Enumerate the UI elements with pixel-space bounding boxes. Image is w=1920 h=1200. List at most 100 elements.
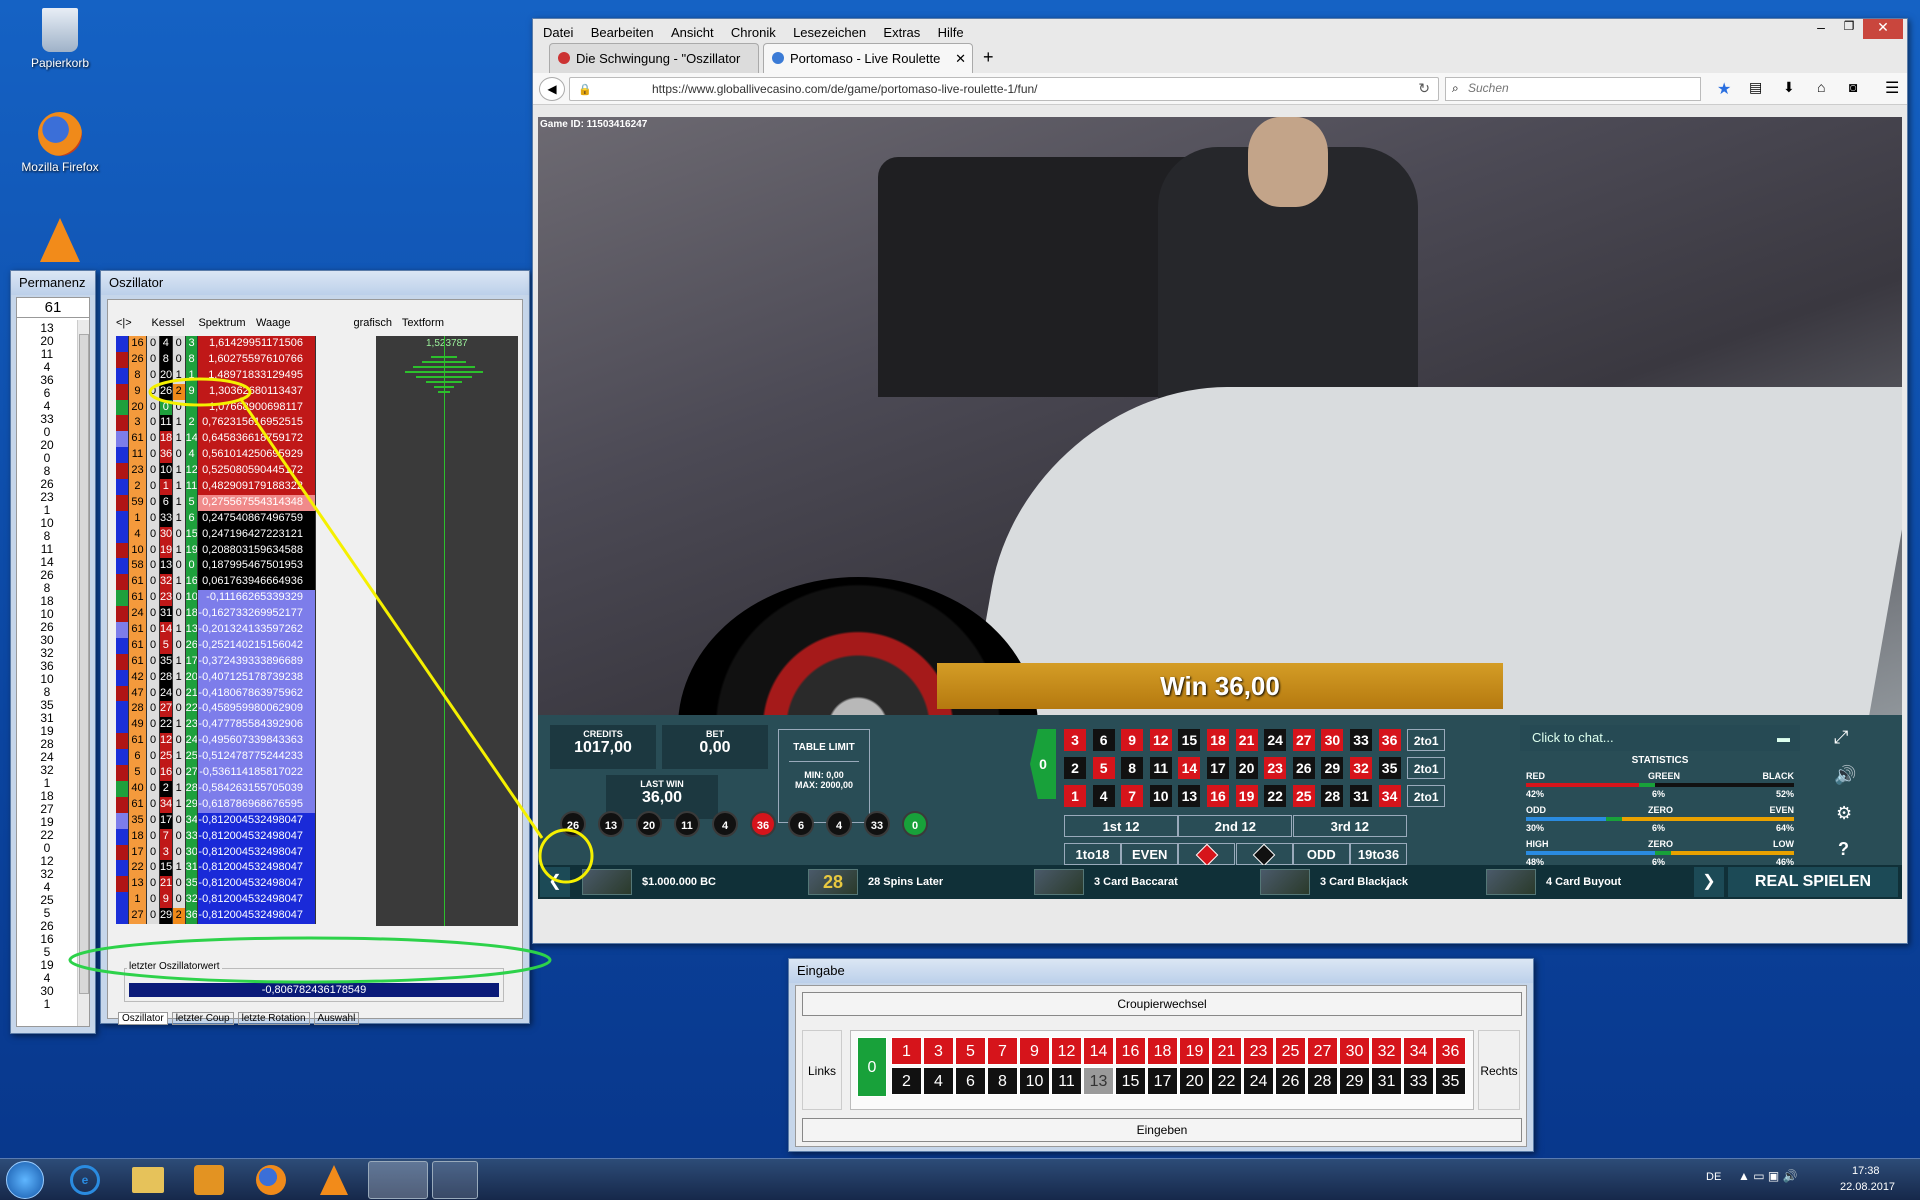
board-number[interactable]: 23: [1264, 757, 1287, 779]
board-number[interactable]: 30: [1321, 729, 1344, 751]
oszillator-row[interactable]: 22 0 15 1 31 -0,812004532498047: [116, 860, 317, 877]
left-button[interactable]: Links: [802, 1030, 842, 1110]
hamburger-menu-icon[interactable]: ☰: [1885, 78, 1899, 98]
pad-number[interactable]: 16: [1115, 1037, 1146, 1065]
board-number[interactable]: 34: [1378, 785, 1401, 807]
pad-number[interactable]: 5: [955, 1037, 986, 1065]
pad-number[interactable]: 15: [1115, 1067, 1146, 1095]
pad-number[interactable]: 10: [1019, 1067, 1050, 1095]
pocket-icon[interactable]: ◙: [1849, 79, 1857, 95]
pad-number[interactable]: 22: [1211, 1067, 1242, 1095]
vlc-taskbar-icon[interactable]: [320, 1165, 348, 1195]
clock-time[interactable]: 17:38: [1852, 1165, 1880, 1177]
header-waage[interactable]: Waage: [250, 314, 310, 332]
tab-oszillator[interactable]: Oszillator: [118, 1012, 168, 1025]
language-indicator[interactable]: DE: [1706, 1171, 1721, 1183]
board-dozen[interactable]: 2nd 12: [1178, 815, 1293, 837]
pad-zero[interactable]: 0: [857, 1037, 887, 1097]
betting-board[interactable]: 0 3 6 9 12 15 18 21 24 27 30 33 36 2to1 2 5 8 11 14 17 20 23…: [1014, 725, 1446, 867]
board-number[interactable]: 9: [1121, 729, 1144, 751]
pad-number[interactable]: 24: [1243, 1067, 1274, 1095]
search-box[interactable]: ⌕: [1445, 77, 1701, 101]
close-tab-icon[interactable]: ✕: [955, 44, 966, 73]
tab-portomaso[interactable]: Portomaso - Live Roulette ✕: [763, 43, 973, 73]
menu-ansicht[interactable]: Ansicht: [671, 25, 714, 40]
pad-number[interactable]: 25: [1275, 1037, 1306, 1065]
pad-number[interactable]: 3: [923, 1037, 954, 1065]
board-number[interactable]: 2: [1064, 757, 1086, 779]
menu-extras[interactable]: Extras: [883, 25, 920, 40]
board-outside-bet[interactable]: 1to18: [1064, 843, 1121, 865]
menu-lesezeichen[interactable]: Lesezeichen: [793, 25, 866, 40]
games-bar-item[interactable]: $1.000.000 BC: [582, 869, 716, 895]
oszillator-row[interactable]: 35 0 17 0 34 -0,812004532498047: [116, 812, 317, 829]
pad-number[interactable]: 14: [1083, 1037, 1114, 1065]
board-number[interactable]: 12: [1149, 729, 1172, 751]
pad-number[interactable]: 34: [1403, 1037, 1434, 1065]
pad-number[interactable]: 19: [1179, 1037, 1210, 1065]
board-number[interactable]: 25: [1292, 785, 1315, 807]
pad-number[interactable]: 21: [1211, 1037, 1242, 1065]
pad-number[interactable]: 29: [1339, 1067, 1370, 1095]
croupier-button[interactable]: Croupierwechsel: [802, 992, 1522, 1016]
oszillator-row[interactable]: 8 0 20 1 1 1,48971833129495: [116, 367, 317, 384]
pad-number[interactable]: 13: [1083, 1067, 1114, 1095]
desktop-icon-firefox[interactable]: Mozilla Firefox: [15, 112, 105, 174]
desktop-icon-recycle-bin[interactable]: Papierkorb: [15, 8, 105, 70]
oszillator-row[interactable]: 17 0 3 0 30 -0,812004532498047: [116, 844, 317, 861]
board-number[interactable]: 13: [1178, 785, 1201, 807]
oszillator-row[interactable]: 2 0 1 1 11 0,482909179188322: [116, 479, 317, 495]
board-number[interactable]: 14: [1178, 757, 1201, 779]
oszillator-row[interactable]: 1 0 33 1 6 0,247540867496759: [116, 510, 317, 527]
oszillator-row[interactable]: 10 0 19 1 19 0,208803159634588: [116, 542, 317, 559]
permanenz-list[interactable]: 13 20 11 4 36 6 4 33 0 20 0 8 26 23 1 10 8 11 14 26 8 18 10 26 3…: [17, 322, 77, 1011]
help-icon[interactable]: ?: [1838, 839, 1849, 860]
explorer-icon[interactable]: [132, 1167, 164, 1193]
menu-hilfe[interactable]: Hilfe: [938, 25, 964, 40]
header-kessel[interactable]: Kessel: [142, 314, 194, 332]
board-number[interactable]: 8: [1121, 757, 1144, 779]
right-button[interactable]: Rechts: [1478, 1030, 1520, 1110]
oszillator-row[interactable]: 5 0 16 0 27 -0,536114185817022: [116, 765, 317, 781]
menu-bearbeiten[interactable]: Bearbeiten: [591, 25, 654, 40]
tab-oszillator-forum[interactable]: Die Schwingung - "Oszillator: [549, 43, 759, 73]
games-bar-item[interactable]: 3 Card Blackjack: [1260, 869, 1408, 895]
submit-button[interactable]: Eingeben: [802, 1118, 1522, 1142]
header-spektrum[interactable]: Spektrum: [194, 314, 250, 332]
pad-number[interactable]: 20: [1179, 1067, 1210, 1095]
board-number[interactable]: 31: [1350, 785, 1372, 807]
pad-number[interactable]: 4: [923, 1067, 954, 1095]
oszillator-row[interactable]: 61 0 34 1 29 -0,618786968676595: [116, 796, 317, 813]
oszillator-row[interactable]: 61 0 5 0 26 -0,252140215156042: [116, 637, 317, 654]
pad-number[interactable]: 28: [1307, 1067, 1338, 1095]
close-button[interactable]: ✕: [1863, 19, 1903, 39]
board-number[interactable]: 33: [1350, 729, 1372, 751]
pad-number[interactable]: 1: [891, 1037, 922, 1065]
pad-number[interactable]: 18: [1147, 1037, 1178, 1065]
pad-number[interactable]: 12: [1051, 1037, 1082, 1065]
board-number[interactable]: 29: [1321, 757, 1344, 779]
pad-number[interactable]: 9: [1019, 1037, 1050, 1065]
board-number[interactable]: 32: [1350, 757, 1372, 779]
board-dozen[interactable]: 3rd 12: [1292, 815, 1407, 837]
board-outside-bet[interactable]: EVEN: [1121, 843, 1179, 865]
pad-number[interactable]: 8: [987, 1067, 1018, 1095]
tray-icons[interactable]: ▲ ▭ ▣ 🔊: [1738, 1169, 1798, 1183]
tab-letzte-rotation[interactable]: letzte Rotation: [237, 1012, 310, 1025]
games-bar-item[interactable]: 4 Card Buyout: [1486, 869, 1621, 895]
board-outside-bet[interactable]: 19to36: [1350, 843, 1407, 865]
pad-number[interactable]: 11: [1051, 1067, 1082, 1095]
home-icon[interactable]: ⌂: [1817, 79, 1825, 95]
board-number[interactable]: 11: [1149, 757, 1172, 779]
sound-icon[interactable]: 🔊: [1834, 765, 1856, 786]
firefox-taskbar-icon[interactable]: [256, 1165, 286, 1195]
board-number[interactable]: 27: [1292, 729, 1315, 751]
menu-datei[interactable]: Datei: [543, 25, 573, 40]
board-number[interactable]: 35: [1378, 757, 1401, 779]
board-number[interactable]: 26: [1292, 757, 1315, 779]
oszillator-row[interactable]: 6 0 25 1 25 -0,512478775244233: [116, 749, 317, 766]
oszillator-row[interactable]: 42 0 28 1 20 -0,407125178739238: [116, 669, 317, 686]
oszillator-row[interactable]: 61 0 23 0 10 -0,11166265339329: [116, 590, 317, 607]
oszillator-row[interactable]: 20 0 0 0 1,07668900698117: [116, 399, 317, 416]
ie-icon[interactable]: e: [70, 1165, 100, 1195]
